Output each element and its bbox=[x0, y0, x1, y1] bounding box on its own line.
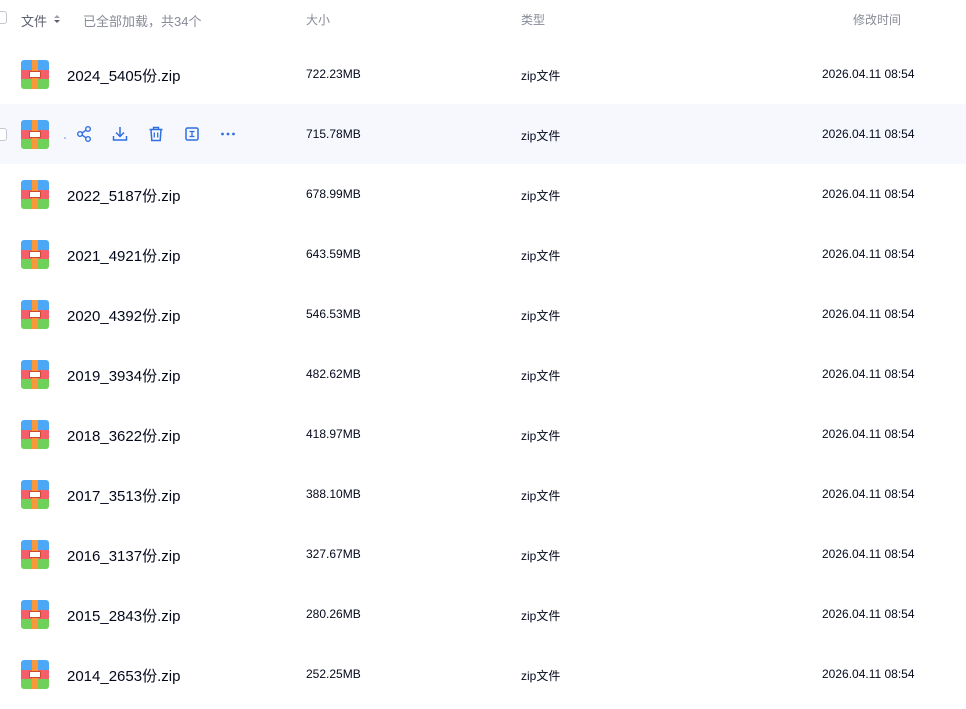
file-row[interactable]: 2018_3622份.zip 418.97MB zip文件 2026.04.11… bbox=[0, 404, 966, 464]
zip-file-icon bbox=[21, 180, 49, 209]
file-type: zip文件 bbox=[521, 489, 561, 503]
file-row[interactable]: 2024_5405份.zip 722.23MB zip文件 2026.04.11… bbox=[0, 44, 966, 104]
sort-arrows-icon[interactable] bbox=[53, 15, 61, 25]
file-size: 678.99MB bbox=[306, 187, 361, 201]
file-modified: 2026.04.11 08:54 bbox=[822, 487, 915, 501]
file-type: zip文件 bbox=[521, 429, 561, 443]
file-row[interactable]: 2022_5187份.zip 678.99MB zip文件 2026.04.11… bbox=[0, 164, 966, 224]
file-row[interactable]: 2021_4921份.zip 643.59MB zip文件 2026.04.11… bbox=[0, 224, 966, 284]
file-type: zip文件 bbox=[521, 249, 561, 263]
file-modified: 2026.04.11 08:54 bbox=[822, 307, 915, 321]
file-name[interactable]: 2019_3934份.zip bbox=[67, 365, 180, 386]
column-type-header[interactable]: 类型 bbox=[521, 11, 545, 28]
file-modified: 2026.04.11 08:54 bbox=[822, 427, 915, 441]
column-name-header[interactable]: 文件 bbox=[21, 11, 47, 30]
download-icon[interactable] bbox=[110, 124, 130, 144]
zip-file-icon bbox=[21, 660, 49, 689]
file-modified: 2026.04.11 08:54 bbox=[822, 667, 915, 681]
zip-file-icon bbox=[21, 540, 49, 569]
truncated-name-dot bbox=[64, 137, 66, 139]
loaded-count-text: 已全部加载，共34个 bbox=[83, 14, 202, 29]
file-modified: 2026.04.11 08:54 bbox=[822, 367, 915, 381]
file-name[interactable]: 2018_3622份.zip bbox=[67, 425, 180, 446]
file-modified: 2026.04.11 08:54 bbox=[822, 127, 915, 141]
file-modified: 2026.04.11 08:54 bbox=[822, 607, 915, 621]
file-size: 715.78MB bbox=[306, 127, 361, 141]
file-size: 280.26MB bbox=[306, 607, 361, 621]
file-type: zip文件 bbox=[521, 129, 561, 143]
zip-file-icon bbox=[21, 60, 49, 89]
file-modified: 2026.04.11 08:54 bbox=[822, 547, 915, 561]
more-icon[interactable] bbox=[218, 124, 238, 144]
rename-icon[interactable] bbox=[182, 124, 202, 144]
file-row[interactable]: 2019_3934份.zip 482.62MB zip文件 2026.04.11… bbox=[0, 344, 966, 404]
file-type: zip文件 bbox=[521, 669, 561, 683]
zip-file-icon bbox=[21, 420, 49, 449]
file-modified: 2026.04.11 08:54 bbox=[822, 67, 915, 81]
file-size: 482.62MB bbox=[306, 367, 361, 381]
zip-file-icon bbox=[21, 480, 49, 509]
zip-file-icon bbox=[21, 120, 49, 149]
file-name[interactable]: 2014_2653份.zip bbox=[67, 665, 180, 686]
share-icon[interactable] bbox=[74, 124, 94, 144]
file-type: zip文件 bbox=[521, 189, 561, 203]
zip-file-icon bbox=[21, 360, 49, 389]
file-type: zip文件 bbox=[521, 69, 561, 83]
file-type: zip文件 bbox=[521, 549, 561, 563]
file-name[interactable]: 2017_3513份.zip bbox=[67, 485, 180, 506]
file-name[interactable]: 2024_5405份.zip bbox=[67, 65, 180, 86]
file-list: 2024_5405份.zip 722.23MB zip文件 2026.04.11… bbox=[0, 44, 966, 704]
file-type: zip文件 bbox=[521, 369, 561, 383]
file-list-header: 文件 已全部加载，共34个 大小 类型 修改时间 bbox=[0, 0, 966, 38]
file-row-hovered[interactable]: 715.78MB zip文件 2026.04.11 08:54 bbox=[0, 104, 966, 164]
row-checkbox[interactable] bbox=[0, 128, 7, 141]
zip-file-icon bbox=[21, 240, 49, 269]
file-name[interactable]: 2016_3137份.zip bbox=[67, 545, 180, 566]
file-size: 252.25MB bbox=[306, 667, 361, 681]
file-row[interactable]: 2020_4392份.zip 546.53MB zip文件 2026.04.11… bbox=[0, 284, 966, 344]
file-name[interactable]: 2015_2843份.zip bbox=[67, 605, 180, 626]
column-size-header[interactable]: 大小 bbox=[306, 11, 330, 28]
trash-icon[interactable] bbox=[146, 124, 166, 144]
file-size: 546.53MB bbox=[306, 307, 361, 321]
file-row[interactable]: 2014_2653份.zip 252.25MB zip文件 2026.04.11… bbox=[0, 644, 966, 704]
file-type: zip文件 bbox=[521, 609, 561, 623]
select-all-checkbox[interactable] bbox=[0, 11, 7, 24]
zip-file-icon bbox=[21, 600, 49, 629]
file-row[interactable]: 2016_3137份.zip 327.67MB zip文件 2026.04.11… bbox=[0, 524, 966, 584]
file-modified: 2026.04.11 08:54 bbox=[822, 187, 915, 201]
file-name[interactable]: 2020_4392份.zip bbox=[67, 305, 180, 326]
file-size: 327.67MB bbox=[306, 547, 361, 561]
file-size: 388.10MB bbox=[306, 487, 361, 501]
file-row[interactable]: 2015_2843份.zip 280.26MB zip文件 2026.04.11… bbox=[0, 584, 966, 644]
file-type: zip文件 bbox=[521, 309, 561, 323]
file-size: 418.97MB bbox=[306, 427, 361, 441]
file-size: 722.23MB bbox=[306, 67, 361, 81]
file-modified: 2026.04.11 08:54 bbox=[822, 247, 915, 261]
zip-file-icon bbox=[21, 300, 49, 329]
file-name[interactable]: 2022_5187份.zip bbox=[67, 185, 180, 206]
file-size: 643.59MB bbox=[306, 247, 361, 261]
file-row[interactable]: 2017_3513份.zip 388.10MB zip文件 2026.04.11… bbox=[0, 464, 966, 524]
file-name[interactable]: 2021_4921份.zip bbox=[67, 245, 180, 266]
column-modified-header[interactable]: 修改时间 bbox=[853, 11, 901, 28]
